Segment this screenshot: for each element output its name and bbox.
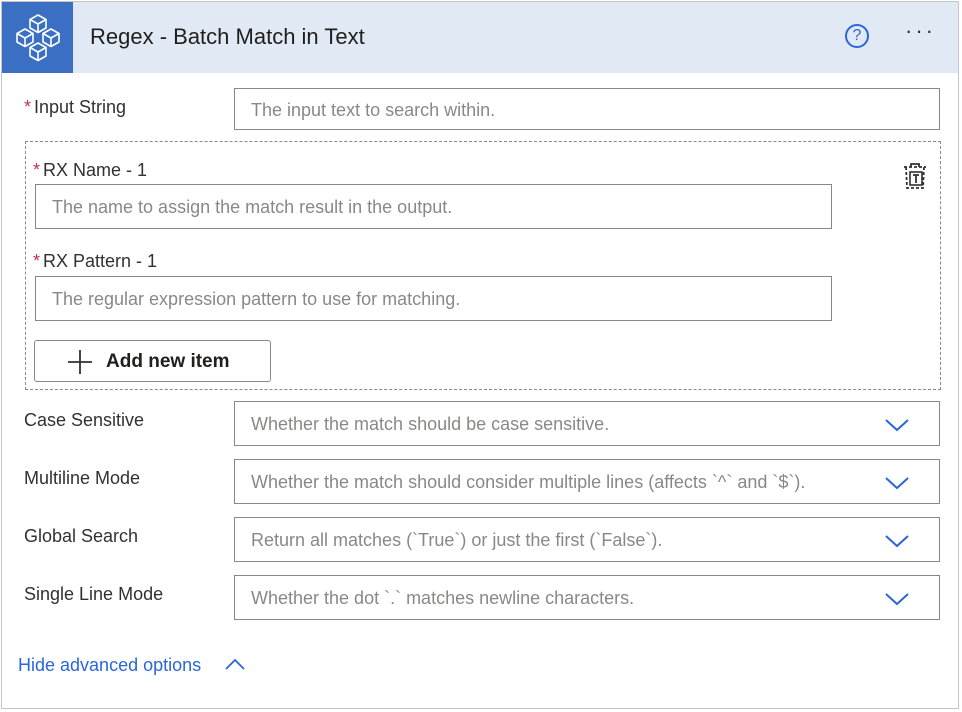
add-new-item-button[interactable]: Add new item	[34, 340, 271, 382]
chevron-down-icon	[885, 535, 909, 548]
input-string-label: * Input String	[24, 97, 127, 117]
case-sensitive-placeholder: Whether the match should be case sensiti…	[251, 414, 610, 434]
global-search-placeholder: Return all matches (`True`) or just the …	[251, 530, 663, 550]
single-line-mode-placeholder: Whether the dot `.` matches newline char…	[251, 588, 635, 608]
rx-pattern-placeholder: The regular expression pattern to use fo…	[52, 289, 461, 309]
multiline-mode-label: Multiline Mode	[24, 468, 141, 488]
action-card: Regex - Batch Match in Text ? ··· * Input…	[1, 1, 959, 709]
rx-pattern-field[interactable]: The regular expression pattern to use fo…	[35, 276, 832, 321]
chevron-down-icon	[885, 477, 909, 490]
input-string-placeholder: The input text to search within.	[251, 100, 496, 120]
hide-advanced-options-link[interactable]: Hide advanced options	[18, 655, 245, 676]
chevron-up-icon	[225, 658, 245, 670]
delete-item-icon[interactable]	[902, 162, 928, 190]
input-string-field[interactable]: The input text to search within.	[234, 88, 940, 130]
required-marker: *	[33, 160, 41, 180]
case-sensitive-label: Case Sensitive	[24, 410, 145, 430]
rx-pattern-label: * RX Pattern - 1	[33, 251, 158, 271]
rx-name-field[interactable]: The name to assign the match result in t…	[35, 184, 832, 229]
multiline-mode-dropdown[interactable]: Whether the match should consider multip…	[234, 459, 940, 504]
rx-name-placeholder: The name to assign the match result in t…	[52, 197, 453, 217]
rx-name-label: * RX Name - 1	[33, 160, 148, 180]
required-marker: *	[33, 251, 41, 271]
card-title: Regex - Batch Match in Text	[90, 24, 365, 49]
connector-logo	[2, 2, 73, 73]
more-options-icon[interactable]: ···	[905, 20, 945, 50]
case-sensitive-dropdown[interactable]: Whether the match should be case sensiti…	[234, 401, 940, 446]
global-search-label: Global Search	[24, 526, 139, 546]
chevron-down-icon	[885, 419, 909, 432]
add-new-item-label: Add new item	[106, 351, 230, 372]
hide-advanced-options-label: Hide advanced options	[18, 655, 202, 675]
multiline-mode-placeholder: Whether the match should consider multip…	[251, 472, 806, 492]
help-icon[interactable]: ?	[845, 24, 869, 48]
plus-icon	[68, 350, 92, 374]
global-search-dropdown[interactable]: Return all matches (`True`) or just the …	[234, 517, 940, 562]
required-marker: *	[24, 97, 32, 117]
chevron-down-icon	[885, 593, 909, 606]
single-line-mode-dropdown[interactable]: Whether the dot `.` matches newline char…	[234, 575, 940, 620]
connector-cubes-icon	[16, 14, 60, 62]
card-header: Regex - Batch Match in Text ? ···	[2, 2, 958, 73]
single-line-mode-label: Single Line Mode	[24, 584, 164, 604]
